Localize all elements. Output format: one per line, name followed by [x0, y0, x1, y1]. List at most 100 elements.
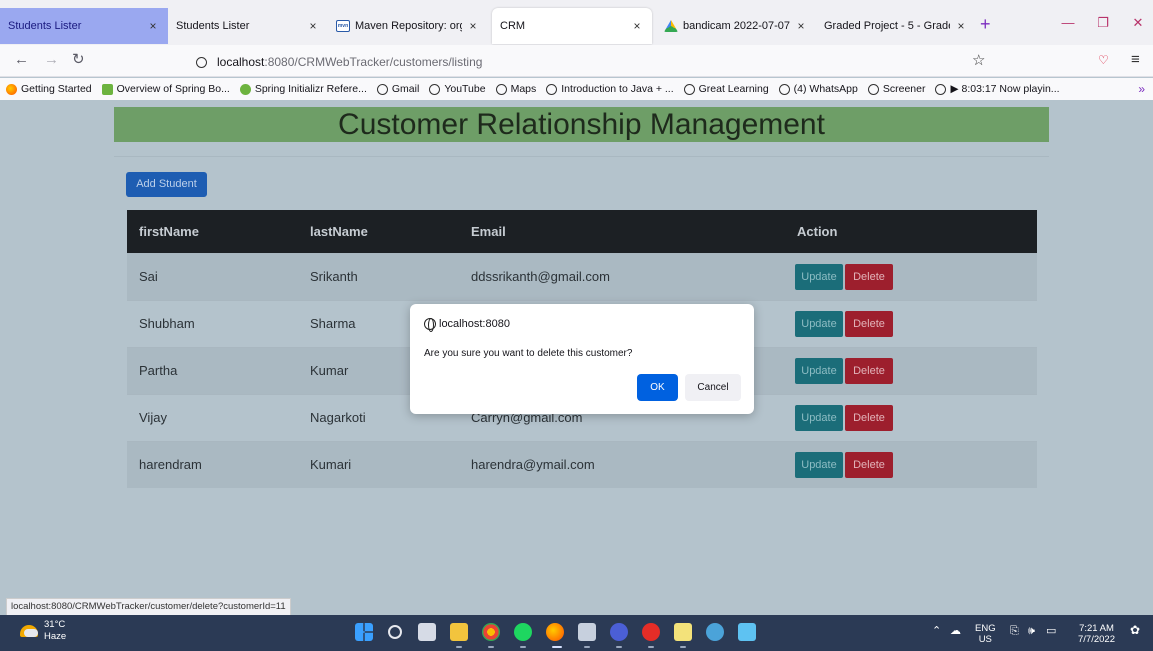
- notepad-icon[interactable]: [674, 623, 692, 641]
- update-button[interactable]: Update: [795, 404, 843, 431]
- cell-firstname: Shubham: [139, 316, 195, 331]
- ok-button[interactable]: OK: [637, 374, 678, 401]
- running-indicator: [616, 646, 622, 648]
- close-icon[interactable]: ×: [630, 19, 644, 33]
- photos-icon[interactable]: [738, 623, 756, 641]
- add-student-button[interactable]: Add Student: [126, 172, 207, 197]
- tab-students-lister-1[interactable]: Students Lister ×: [0, 8, 168, 44]
- app-icon[interactable]: [706, 623, 724, 641]
- tab-students-lister-2[interactable]: Students Lister ×: [168, 8, 328, 44]
- cell-action: Update Delete: [785, 347, 1037, 394]
- bookmark-getting-started[interactable]: Getting Started: [6, 83, 92, 95]
- spring-initializr-icon: [239, 83, 251, 95]
- globe-icon: [376, 83, 388, 95]
- volume-icon[interactable]: 🕪: [1028, 626, 1035, 637]
- update-button[interactable]: Update: [795, 451, 843, 478]
- tab-crm[interactable]: CRM ×: [492, 8, 652, 44]
- cell-firstname: harendram: [139, 457, 202, 473]
- record-icon[interactable]: [642, 623, 660, 641]
- navigation-toolbar: ← → ↻ localhost:8080/CRMWebTracker/custo…: [0, 45, 1153, 162]
- network-icon[interactable]: ⎘: [1010, 626, 1019, 637]
- chevron-up-icon[interactable]: ⌃: [932, 626, 941, 637]
- close-icon[interactable]: ×: [954, 19, 968, 33]
- update-button[interactable]: Update: [795, 310, 843, 337]
- restore-icon[interactable]: ❐: [1085, 0, 1121, 45]
- cell-firstname: Sai: [139, 269, 158, 284]
- close-icon[interactable]: ×: [794, 19, 808, 33]
- delete-button[interactable]: Delete: [845, 404, 893, 431]
- bookmark-great-learning[interactable]: Great Learning: [683, 83, 769, 95]
- running-indicator: [648, 646, 654, 648]
- bookmark-spring-initializr[interactable]: Spring Initializr Refere...: [239, 83, 367, 95]
- status-url-tooltip: localhost:8080/CRMWebTracker/customer/de…: [6, 598, 291, 615]
- divider: [114, 156, 1049, 157]
- running-indicator: [488, 646, 494, 648]
- bookmark-youtube[interactable]: YouTube: [429, 83, 486, 95]
- delete-button[interactable]: Delete: [845, 310, 893, 337]
- bookmark-intro-java[interactable]: Introduction to Java + ...: [546, 83, 674, 95]
- weather-widget[interactable]: 31°C Haze: [20, 619, 66, 643]
- window-close-icon[interactable]: ✕: [1120, 0, 1153, 45]
- bookmark-screener[interactable]: Screener: [867, 83, 925, 95]
- bookmark-whatsapp[interactable]: (4) WhatsApp: [778, 83, 858, 95]
- table-row: harendram Kumari harendra@ymail.com Upda…: [127, 441, 1037, 488]
- windows-start-icon[interactable]: [355, 623, 373, 641]
- tab-maven-repository[interactable]: mvn Maven Repository: org.sp ×: [328, 8, 488, 44]
- terminal-icon[interactable]: [578, 623, 596, 641]
- task-view-icon[interactable]: [418, 623, 436, 641]
- clock[interactable]: 7:21 AM 7/7/2022: [1078, 623, 1115, 645]
- menu-icon[interactable]: ≡: [1131, 51, 1140, 68]
- search-icon[interactable]: [388, 625, 402, 639]
- delete-button[interactable]: Delete: [845, 263, 893, 290]
- tab-graded-project[interactable]: Graded Project - 5 - Graded A ×: [816, 8, 976, 44]
- close-icon[interactable]: ×: [466, 19, 480, 33]
- bookmark-now-playing[interactable]: ▶ 8:03:17 Now playin...: [935, 83, 1060, 95]
- google-drive-icon: [664, 20, 678, 32]
- cell-firstname: Partha: [139, 363, 178, 378]
- forward-icon[interactable]: →: [44, 52, 59, 68]
- cell-firstname: Vijay: [139, 410, 167, 425]
- minimize-icon[interactable]: —: [1050, 0, 1086, 45]
- url-path: :8080/CRMWebTracker/customers/listing: [264, 55, 483, 69]
- weather-condition: Haze: [44, 631, 67, 642]
- bookmarks-toolbar: Getting Started Overview of Spring Bo...…: [0, 78, 1153, 100]
- page-title: Customer Relationship Management: [114, 107, 1049, 142]
- cell-email: harendra@ymail.com: [471, 457, 595, 473]
- cancel-button[interactable]: Cancel: [685, 374, 741, 401]
- update-button[interactable]: Update: [795, 357, 843, 384]
- cell-action: Update Delete: [785, 300, 1037, 347]
- notification-icon[interactable]: ✿: [1130, 624, 1140, 636]
- bookmark-gmail[interactable]: Gmail: [376, 83, 419, 95]
- tab-strip: Students Lister × Students Lister × mvn …: [0, 0, 1153, 45]
- reload-icon[interactable]: ↻: [72, 52, 85, 68]
- globe-icon: [778, 83, 790, 95]
- temperature: 31°C: [44, 619, 66, 630]
- back-icon[interactable]: ←: [14, 52, 29, 68]
- tab-bandicam[interactable]: bandicam 2022-07-07 06- ×: [656, 8, 816, 44]
- delete-button[interactable]: Delete: [845, 451, 893, 478]
- firefox-icon[interactable]: [546, 623, 564, 641]
- update-button[interactable]: Update: [795, 263, 843, 290]
- close-icon[interactable]: ×: [146, 19, 160, 33]
- language-indicator[interactable]: ENG US: [975, 623, 996, 645]
- eclipse-icon[interactable]: [610, 623, 628, 641]
- pocket-icon[interactable]: ♡: [1098, 53, 1109, 67]
- spotify-icon[interactable]: [514, 623, 532, 641]
- new-tab-icon[interactable]: +: [980, 14, 991, 35]
- bookmark-maps[interactable]: Maps: [495, 83, 536, 95]
- cell-lastname: Kumari: [310, 457, 352, 473]
- close-icon[interactable]: ×: [306, 19, 320, 33]
- delete-button[interactable]: Delete: [845, 357, 893, 384]
- more-bookmarks-icon[interactable]: »: [1138, 82, 1145, 96]
- chrome-icon[interactable]: [482, 623, 500, 641]
- bookmark-star-icon[interactable]: ☆: [972, 51, 985, 69]
- globe-icon: [867, 83, 879, 95]
- file-explorer-icon[interactable]: [450, 623, 468, 641]
- dialog-origin: localhost:8080: [424, 318, 510, 332]
- dialog-message: Are you sure you want to delete this cus…: [424, 348, 633, 359]
- address-bar[interactable]: localhost:8080/CRMWebTracker/customers/l…: [170, 51, 1000, 162]
- bookmark-spring-overview[interactable]: Overview of Spring Bo...: [101, 83, 230, 95]
- weather-tray-icon[interactable]: ☁: [950, 626, 961, 637]
- battery-icon[interactable]: ▭: [1046, 626, 1056, 637]
- tracking-protection-icon[interactable]: [196, 56, 207, 68]
